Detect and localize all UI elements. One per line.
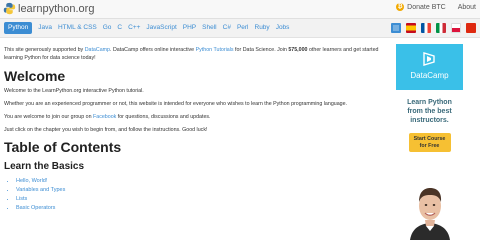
python-tutorials-link[interactable]: Python Tutorials (196, 47, 234, 53)
python-logo-icon (3, 2, 16, 15)
ad-headline-line1: Learn Python (407, 99, 452, 106)
facebook-link[interactable]: Facebook (93, 114, 116, 120)
instructor-photo (406, 176, 454, 240)
language-nav: Python Java HTML & CSS Go C C++ JavaScript PHP S… (0, 19, 480, 38)
language-flags (386, 23, 476, 33)
nav-item[interactable]: JavaScript (146, 22, 176, 34)
nav-item[interactable]: Python (4, 22, 33, 34)
nav-item[interactable]: HTML & CSS (58, 22, 97, 34)
top-bar: learnpython.org ₿ Donate BTC About (0, 0, 480, 19)
toc-item[interactable]: Variables and Types (16, 186, 384, 195)
datacamp-ad: DataCamp Learn Python from the best inst… (396, 44, 463, 240)
ad-headline-line3: instructors. (410, 117, 449, 124)
instructions-text: Just click on the chapter you wish to be… (4, 127, 208, 133)
sponsor-prefix: This site generously supported by (4, 47, 85, 53)
flag-es-icon[interactable] (406, 23, 416, 33)
nav-item[interactable]: Go (103, 22, 112, 34)
learner-count: 575,000 (288, 47, 308, 53)
community-prefix: You are welcome to join our group on (4, 114, 94, 120)
nav-item[interactable]: Ruby (255, 22, 270, 34)
ad-headline: Learn Python from the best instructors. (396, 98, 463, 125)
toc-title: Table of Contents (4, 139, 122, 155)
cta-line2: for Free (419, 142, 440, 149)
flag-cn-icon[interactable] (466, 23, 476, 33)
cta-line1: Start Course (413, 136, 446, 142)
toc-item[interactable]: Basic Operators (16, 204, 384, 213)
nav-item[interactable]: Shell (202, 22, 216, 34)
datacamp-logo-icon (423, 52, 435, 66)
datacamp-brand: DataCamp (410, 71, 449, 80)
nav-item[interactable]: Java (38, 22, 52, 34)
datacamp-banner[interactable]: DataCamp (396, 44, 463, 90)
flag-fr-icon[interactable] (421, 23, 431, 33)
nav-item[interactable]: Jobs (276, 22, 290, 34)
nav-item[interactable]: C (117, 22, 122, 34)
about-link[interactable]: About (458, 4, 476, 11)
datacamp-link[interactable]: DataCamp (85, 47, 110, 53)
logo-text: learnpython.org (18, 2, 95, 15)
audience-text: Whether you are an experienced programme… (4, 101, 348, 107)
flag-en-icon[interactable] (391, 23, 401, 33)
site-logo[interactable]: learnpython.org (3, 2, 94, 15)
toc-list: Hello, World!Variables and TypesListsBas… (12, 177, 384, 213)
flag-it-icon[interactable] (436, 23, 446, 33)
community-suffix: for questions, discussions and updates. (116, 114, 211, 120)
main-content: This site generously supported by DataCa… (4, 46, 384, 213)
sponsor-text: This site generously supported by DataCa… (4, 46, 384, 62)
nav-item[interactable]: PHP (183, 22, 196, 34)
toc-item[interactable]: Hello, World! (16, 177, 384, 186)
nav-item[interactable]: Perl (237, 22, 249, 34)
flag-pl-icon[interactable] (451, 23, 461, 33)
community-text: You are welcome to join our group on Fac… (4, 113, 384, 121)
toc-section-title: Learn the Basics (4, 161, 85, 172)
donate-label: Donate BTC (407, 3, 446, 11)
page-title: Welcome (4, 68, 66, 84)
intro-text: Welcome to the LearnPython.org interacti… (4, 88, 144, 94)
sponsor-middle: . DataCamp offers online interactive (110, 47, 196, 53)
start-course-button[interactable]: Start Course for Free (408, 133, 451, 152)
nav-items: Python Java HTML & CSS Go C C++ JavaScript PHP S… (4, 22, 295, 34)
donate-btc-link[interactable]: ₿ Donate BTC (396, 3, 446, 11)
bitcoin-icon: ₿ (396, 3, 405, 11)
nav-item[interactable]: C# (223, 22, 231, 34)
nav-item[interactable]: C++ (128, 22, 140, 34)
toc-item[interactable]: Lists (16, 195, 384, 204)
ad-headline-line2: from the best (407, 108, 452, 115)
sponsor-middle2: for Data Science. Join (233, 47, 289, 53)
